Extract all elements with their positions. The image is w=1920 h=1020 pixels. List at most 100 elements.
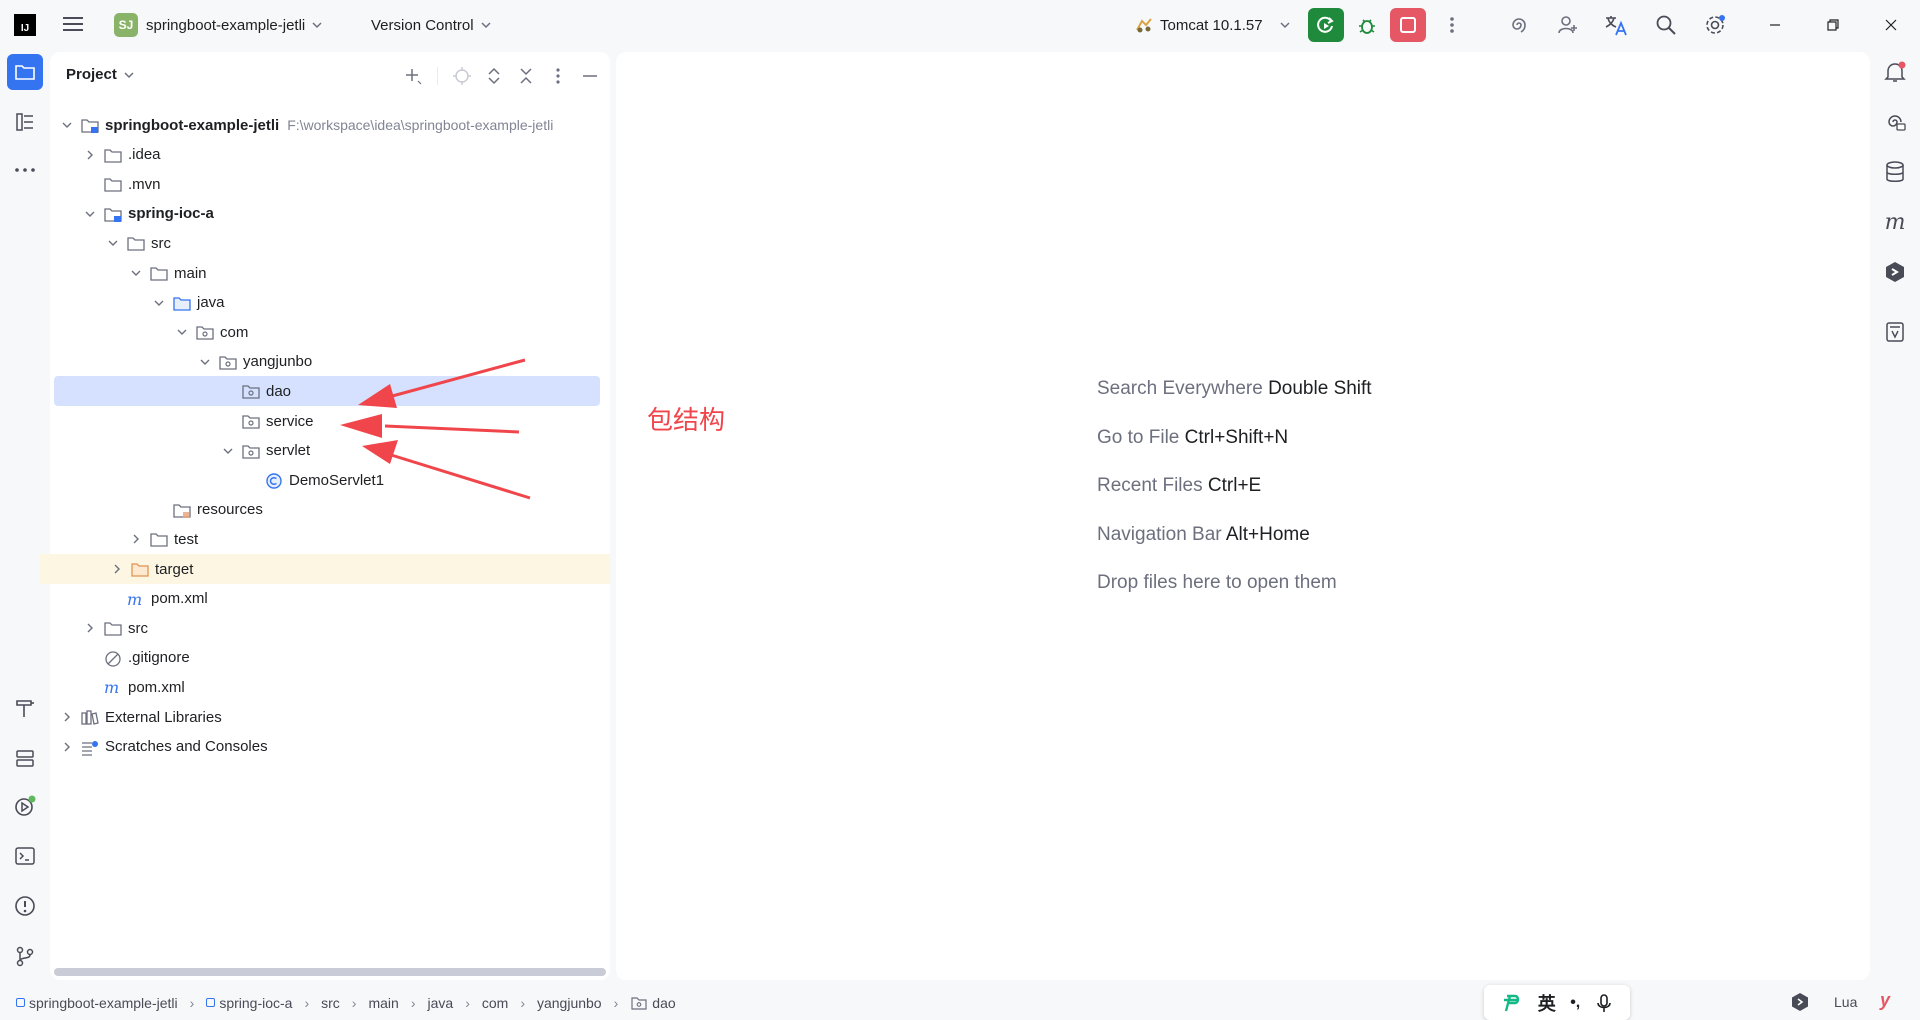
- more-actions-button[interactable]: [1442, 12, 1462, 38]
- ai-assistant-button[interactable]: [1505, 12, 1533, 38]
- tree-item-scratches-and-consoles[interactable]: Scratches and Consoles: [50, 732, 610, 762]
- restore-button[interactable]: [1818, 12, 1848, 38]
- chevron-right-icon[interactable]: [110, 562, 124, 576]
- chevron-down-icon[interactable]: [152, 296, 166, 310]
- debug-button[interactable]: [1352, 12, 1382, 38]
- main-menu-button[interactable]: [62, 14, 84, 34]
- project-selector[interactable]: SJ springboot-example-jetli: [114, 12, 325, 38]
- chevron-down-icon[interactable]: [198, 355, 212, 369]
- chevron-right-icon[interactable]: [60, 710, 74, 724]
- tree-item-target[interactable]: target: [40, 554, 610, 584]
- tree-item--gitignore[interactable]: .gitignore: [50, 643, 610, 673]
- language-indicator[interactable]: Lua: [1834, 994, 1857, 1010]
- tree-item-src[interactable]: src: [50, 228, 610, 258]
- tree-item-main[interactable]: main: [50, 258, 610, 288]
- minimize-button[interactable]: [1760, 12, 1790, 38]
- chevron-down-icon[interactable]: [175, 325, 189, 339]
- source-folder-icon: [172, 295, 192, 311]
- svg-text:m: m: [127, 591, 142, 609]
- ime-language[interactable]: 英: [1538, 990, 1556, 1016]
- chevron-down-icon[interactable]: [83, 207, 97, 221]
- microphone-icon[interactable]: [1595, 993, 1613, 1013]
- project-view-selector[interactable]: Project: [66, 66, 137, 83]
- services-tool-button[interactable]: [7, 740, 43, 776]
- chevron-down-icon[interactable]: [60, 118, 74, 132]
- bug-icon: [1359, 19, 1375, 34]
- search-button[interactable]: [1652, 12, 1680, 38]
- tree-item--mvn[interactable]: .mvn: [50, 169, 610, 199]
- ime-toolbar[interactable]: 英 •,: [1484, 985, 1630, 1020]
- breadcrumb-item[interactable]: src: [321, 995, 340, 1011]
- ime-punctuation[interactable]: •,: [1570, 994, 1580, 1012]
- run-tool-button[interactable]: [7, 788, 43, 824]
- chevron-right-icon[interactable]: [83, 148, 97, 162]
- tree-item--idea[interactable]: .idea: [50, 140, 610, 170]
- tree-item-external-libraries[interactable]: External Libraries: [50, 702, 610, 732]
- vcs-selector[interactable]: Version Control: [371, 12, 494, 38]
- breadcrumb-item[interactable]: yangjunbo: [537, 995, 602, 1011]
- terminal-tool-button[interactable]: [7, 838, 43, 874]
- hint-label: Go to File: [1097, 426, 1180, 448]
- tree-item-test[interactable]: test: [50, 524, 610, 554]
- options-icon[interactable]: [548, 66, 568, 86]
- locate-icon[interactable]: [452, 66, 472, 86]
- package-icon: [241, 413, 261, 429]
- run-config-selector[interactable]: Tomcat 10.1.57: [1134, 12, 1293, 38]
- chevron-right-icon[interactable]: [83, 621, 97, 635]
- intellij-logo-icon[interactable]: IJ: [14, 14, 36, 36]
- editor-area[interactable]: 包结构: [616, 52, 1870, 980]
- structure-tool-button[interactable]: [7, 104, 43, 140]
- chevron-right-icon[interactable]: [129, 532, 143, 546]
- tree-item-label: .idea: [128, 146, 161, 164]
- tree-item-com[interactable]: com: [50, 317, 610, 347]
- chevron-down-icon[interactable]: [129, 266, 143, 280]
- collapse-all-icon[interactable]: [516, 66, 536, 86]
- maven-button[interactable]: m: [1877, 204, 1913, 240]
- annotation-arrows: [340, 358, 531, 500]
- breadcrumb-item[interactable]: spring-ioc-a: [206, 995, 292, 1011]
- git-tool-button[interactable]: [7, 938, 43, 974]
- hint-shortcut: Double Shift: [1268, 378, 1372, 399]
- code-with-me-button[interactable]: [1554, 12, 1582, 38]
- settings-button[interactable]: [1701, 12, 1729, 38]
- breadcrumb-item[interactable]: java: [428, 995, 454, 1011]
- breadcrumb-item[interactable]: springboot-example-jetli: [16, 995, 178, 1011]
- chevron-down-icon[interactable]: [221, 444, 235, 458]
- chevron-down-icon[interactable]: [106, 236, 120, 250]
- notifications-button[interactable]: [1877, 54, 1913, 90]
- expand-all-icon[interactable]: [484, 66, 504, 86]
- database-button[interactable]: [1877, 154, 1913, 190]
- status-plugin-icon[interactable]: [1790, 992, 1810, 1015]
- tree-item-spring-ioc-a[interactable]: spring-ioc-a: [50, 199, 610, 229]
- module-icon: [16, 998, 25, 1007]
- tree-item-springboot-example-jetli[interactable]: springboot-example-jetli F:\workspace\ide…: [50, 110, 610, 140]
- tree-item-java[interactable]: java: [50, 288, 610, 318]
- bookmarks-button[interactable]: [1877, 314, 1913, 350]
- title-bar: IJ SJ springboot-example-jetli Version C…: [0, 0, 1920, 50]
- ai-chat-button[interactable]: [1877, 104, 1913, 140]
- tree-item-pom-xml[interactable]: m pom.xml: [50, 672, 610, 702]
- problems-tool-button[interactable]: [7, 888, 43, 924]
- plugin-button[interactable]: [1877, 254, 1913, 290]
- add-icon[interactable]: [403, 66, 423, 86]
- breadcrumb-item[interactable]: dao: [630, 995, 676, 1011]
- build-tool-button[interactable]: [7, 690, 43, 726]
- hide-panel-icon[interactable]: [580, 66, 600, 86]
- tree-item-pom-xml[interactable]: m pom.xml: [50, 584, 610, 614]
- more-tools-button[interactable]: [7, 152, 43, 188]
- rerun-button[interactable]: [1308, 8, 1344, 42]
- horizontal-scrollbar[interactable]: [54, 968, 606, 976]
- translate-button[interactable]: [1602, 12, 1630, 38]
- breadcrumb-item[interactable]: main: [368, 995, 398, 1011]
- breadcrumb-separator: ›: [189, 994, 195, 1011]
- breadcrumb-item[interactable]: com: [482, 995, 508, 1011]
- tree-item-src[interactable]: src: [50, 613, 610, 643]
- tree-item-path: F:\workspace\idea\springboot-example-jet…: [287, 117, 554, 133]
- project-tool-button[interactable]: [7, 54, 43, 90]
- close-button[interactable]: [1876, 12, 1906, 38]
- stop-button[interactable]: [1390, 8, 1426, 42]
- tree-item-label: dao: [266, 382, 292, 400]
- yuque-icon[interactable]: y: [1880, 990, 1890, 1011]
- chevron-right-icon[interactable]: [60, 740, 74, 754]
